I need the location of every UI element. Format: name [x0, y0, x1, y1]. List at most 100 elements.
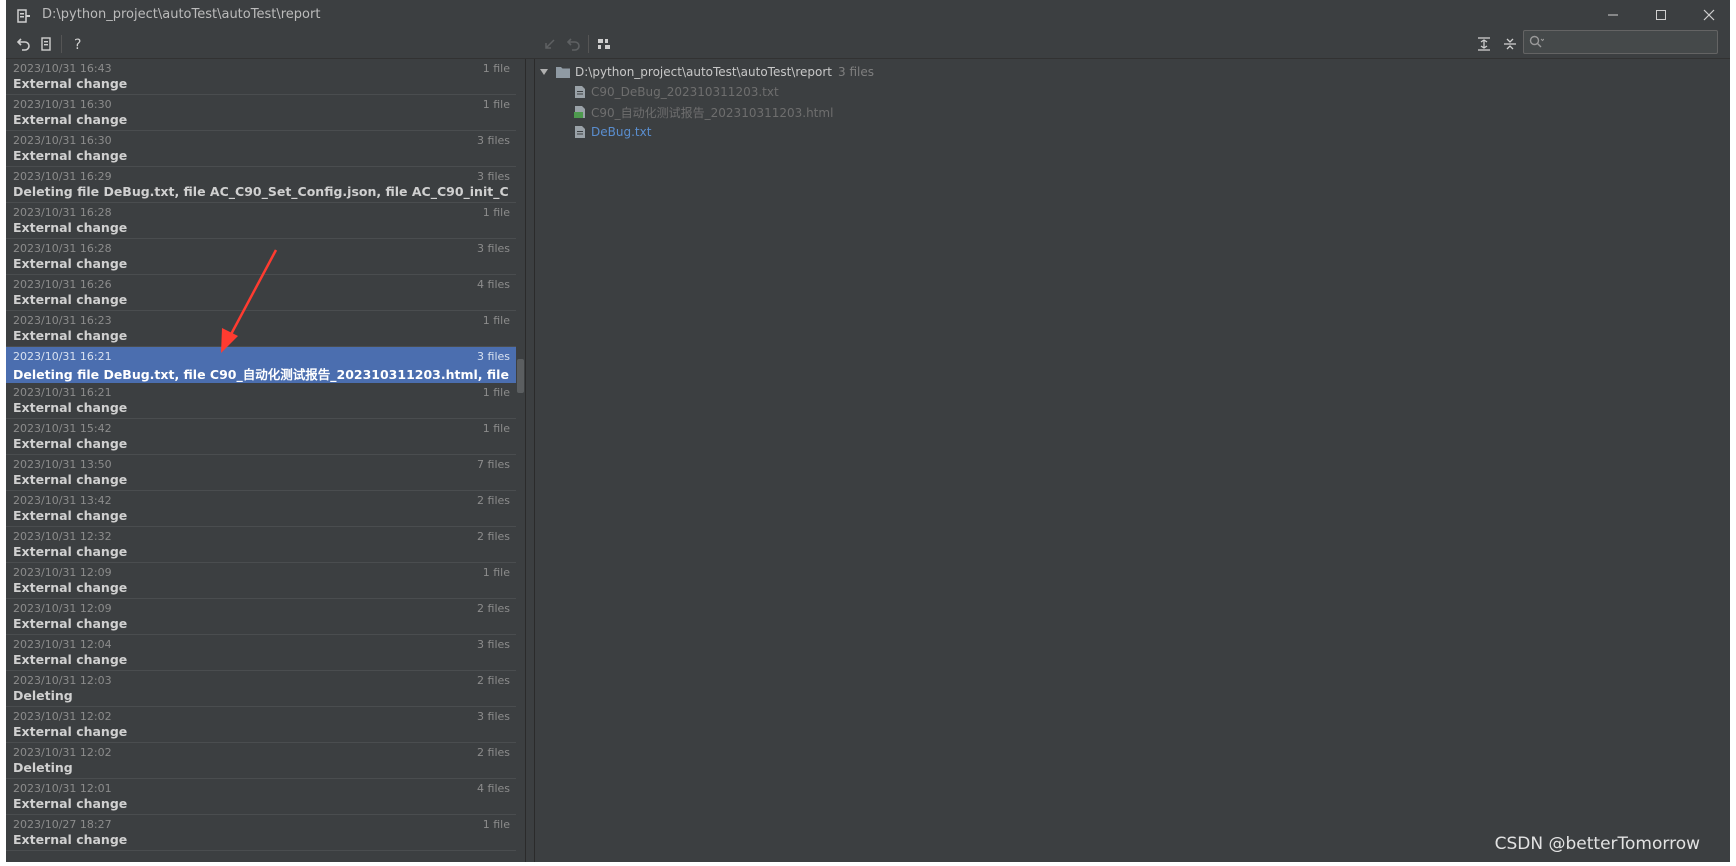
- history-file-count: 3 files: [477, 170, 510, 183]
- changed-files-tree: D:\python_project\autoTest\autoTest\repo…: [535, 59, 1730, 862]
- history-row[interactable]: 2023/10/31 12:04 3 files External change: [6, 635, 516, 671]
- tree-file-row[interactable]: C90_DeBug_202310311203.txt: [573, 82, 779, 102]
- history-row[interactable]: 2023/10/31 16:28 3 files External change: [6, 239, 516, 275]
- text-file-icon: [575, 126, 585, 138]
- patch-icon: [41, 37, 51, 51]
- undo-icon: [16, 38, 30, 51]
- chevron-down-icon[interactable]: [539, 67, 549, 77]
- history-file-count: 2 files: [477, 530, 510, 543]
- history-row[interactable]: 2023/10/31 16:21 1 file External change: [6, 383, 516, 419]
- history-scrollbar[interactable]: [516, 59, 525, 862]
- scrollbar-thumb[interactable]: [517, 359, 524, 393]
- svg-text:?: ?: [74, 37, 81, 52]
- history-timestamp: 2023/10/31 16:21: [13, 386, 112, 399]
- toolbar-separator: [588, 35, 589, 53]
- history-row[interactable]: 2023/10/31 15:42 1 file External change: [6, 419, 516, 455]
- close-button[interactable]: [1686, 0, 1730, 30]
- history-timestamp: 2023/10/31 16:29: [13, 170, 112, 183]
- history-description: External change: [13, 796, 128, 811]
- history-timestamp: 2023/10/31 12:09: [13, 602, 112, 615]
- history-file-count: 2 files: [477, 674, 510, 687]
- history-description: Deleting file DeBug.txt, file C90_自动化测试报…: [13, 367, 509, 382]
- history-row[interactable]: 2023/10/31 13:42 2 files External change: [6, 491, 516, 527]
- history-row[interactable]: 2023/10/31 12:09 2 files External change: [6, 599, 516, 635]
- history-row[interactable]: 2023/10/31 12:01 4 files External change: [6, 779, 516, 815]
- history-file-count: 3 files: [477, 242, 510, 255]
- maximize-button[interactable]: [1638, 0, 1684, 30]
- history-timestamp: 2023/10/31 12:09: [13, 566, 112, 579]
- history-row[interactable]: 2023/10/31 16:26 4 files External change: [6, 275, 516, 311]
- history-file-count: 2 files: [477, 494, 510, 507]
- history-row[interactable]: 2023/10/31 13:50 7 files External change: [6, 455, 516, 491]
- history-timestamp: 2023/10/31 15:42: [13, 422, 112, 435]
- revert-selection-button[interactable]: [540, 34, 560, 54]
- revert-button[interactable]: [14, 34, 34, 54]
- minimize-button[interactable]: [1590, 0, 1636, 30]
- undo-change-button[interactable]: [564, 34, 584, 54]
- window-title: D:\python_project\autoTest\autoTest\repo…: [42, 7, 321, 22]
- history-description: External change: [13, 112, 128, 127]
- history-description: External change: [13, 472, 128, 487]
- toolbar-separator: [61, 35, 62, 53]
- history-file-count: 4 files: [477, 278, 510, 291]
- history-timestamp: 2023/10/31 16:43: [13, 62, 112, 75]
- history-row[interactable]: 2023/10/31 16:21 3 files Deleting file DeB…: [6, 347, 516, 383]
- history-timestamp: 2023/10/31 13:50: [13, 458, 112, 471]
- html-file-icon: [574, 106, 585, 118]
- history-row[interactable]: 2023/10/31 12:02 3 files External change: [6, 707, 516, 743]
- history-file-count: 4 files: [477, 782, 510, 795]
- history-description: External change: [13, 724, 128, 739]
- history-description: External change: [13, 652, 128, 667]
- history-row[interactable]: 2023/10/31 16:23 1 file External change: [6, 311, 516, 347]
- history-timestamp: 2023/10/31 16:30: [13, 98, 112, 111]
- minimize-icon: [1608, 14, 1618, 16]
- revert-arrow-icon: [545, 39, 555, 49]
- maximize-icon: [1656, 10, 1666, 20]
- tree-file-label: DeBug.txt: [591, 125, 652, 139]
- history-timestamp: 2023/10/31 12:01: [13, 782, 112, 795]
- history-row[interactable]: 2023/10/31 12:32 2 files External change: [6, 527, 516, 563]
- history-row[interactable]: 2023/10/31 16:30 1 file External change: [6, 95, 516, 131]
- history-row[interactable]: 2023/10/31 16:28 1 file External change: [6, 203, 516, 239]
- history-file-count: 1 file: [482, 566, 510, 579]
- history-description: External change: [13, 220, 128, 235]
- history-row[interactable]: 2023/10/31 16:30 3 files External change: [6, 131, 516, 167]
- history-row[interactable]: 2023/10/31 12:03 2 files Deleting: [6, 671, 516, 707]
- close-icon: [1703, 9, 1715, 21]
- history-file-count: 1 file: [482, 314, 510, 327]
- history-timestamp: 2023/10/31 12:03: [13, 674, 112, 687]
- help-button[interactable]: ?: [68, 34, 88, 54]
- history-row[interactable]: 2023/10/31 12:02 2 files Deleting: [6, 743, 516, 779]
- panel-splitter[interactable]: [525, 59, 535, 862]
- history-file-count: 1 file: [482, 206, 510, 219]
- history-timestamp: 2023/10/31 12:02: [13, 710, 112, 723]
- history-file-count: 1 file: [482, 818, 510, 831]
- expand-all-button[interactable]: [1474, 34, 1494, 54]
- history-file-count: 3 files: [477, 710, 510, 723]
- group-icon: [598, 39, 610, 49]
- tree-root-label: D:\python_project\autoTest\autoTest\repo…: [575, 65, 833, 79]
- history-row[interactable]: 2023/10/31 16:29 3 files Deleting file DeB…: [6, 167, 516, 203]
- search-input[interactable]: [1523, 30, 1718, 54]
- group-by-directory-button[interactable]: [594, 34, 614, 54]
- title-bar: D:\python_project\autoTest\autoTest\repo…: [6, 0, 1730, 30]
- collapse-all-button[interactable]: [1500, 34, 1520, 54]
- tree-root-row[interactable]: D:\python_project\autoTest\autoTest\repo…: [539, 62, 874, 82]
- create-patch-button[interactable]: [36, 34, 56, 54]
- app-icon: [17, 8, 31, 23]
- history-file-count: 7 files: [477, 458, 510, 471]
- history-row[interactable]: 2023/10/31 16:43 1 file External change: [6, 59, 516, 95]
- history-description: External change: [13, 832, 128, 847]
- history-file-count: 1 file: [482, 386, 510, 399]
- history-timestamp: 2023/10/31 12:04: [13, 638, 112, 651]
- tree-file-row[interactable]: DeBug.txt: [573, 122, 651, 142]
- tree-file-row[interactable]: C90_自动化测试报告_202310311203.html: [573, 102, 833, 122]
- text-file-icon: [575, 86, 585, 98]
- history-timestamp: 2023/10/27 18:27: [13, 818, 112, 831]
- history-description: Deleting file DeBug.txt, file AC_C90_Set…: [13, 184, 509, 199]
- history-row[interactable]: 2023/10/31 12:09 1 file External change: [6, 563, 516, 599]
- local-history-window: D:\python_project\autoTest\autoTest\repo…: [6, 0, 1730, 862]
- history-row[interactable]: 2023/10/27 18:27 1 file External change: [6, 815, 516, 851]
- folder-icon: [556, 67, 570, 78]
- history-timestamp: 2023/10/31 13:42: [13, 494, 112, 507]
